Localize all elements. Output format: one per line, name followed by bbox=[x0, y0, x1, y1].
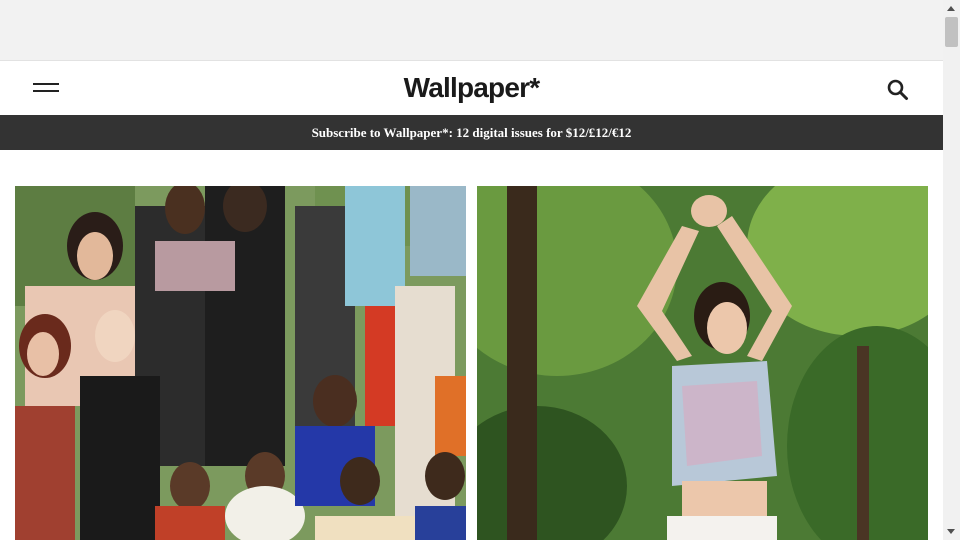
scroll-down-arrow-icon[interactable] bbox=[947, 529, 955, 534]
search-icon[interactable] bbox=[887, 79, 909, 101]
scroll-thumb[interactable] bbox=[945, 17, 958, 47]
hero-image-group-portrait[interactable] bbox=[15, 186, 466, 540]
hero-image-dancer[interactable] bbox=[477, 186, 928, 540]
scroll-up-arrow-icon[interactable] bbox=[947, 6, 955, 11]
site-logo[interactable]: Wallpaper* bbox=[0, 71, 943, 105]
site-header: Wallpaper* bbox=[0, 60, 943, 115]
scrollbar[interactable] bbox=[943, 0, 960, 540]
subscribe-banner[interactable]: Subscribe to Wallpaper*: 12 digital issu… bbox=[0, 115, 943, 150]
ad-space bbox=[0, 0, 943, 60]
